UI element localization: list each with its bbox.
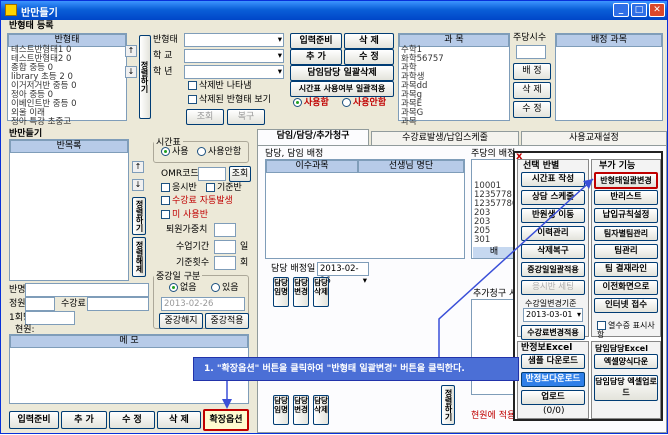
main-window: 반만들기 _ □ ✕ 반형태 등록 반형태 테스트반형태1 0 테스트반형태2 0… [0, 0, 668, 434]
instruction-callout: 1. "확장옵션" 버튼을 클릭하여 "반형태 일괄변경" 버튼을 클릭한다. [193, 357, 519, 381]
